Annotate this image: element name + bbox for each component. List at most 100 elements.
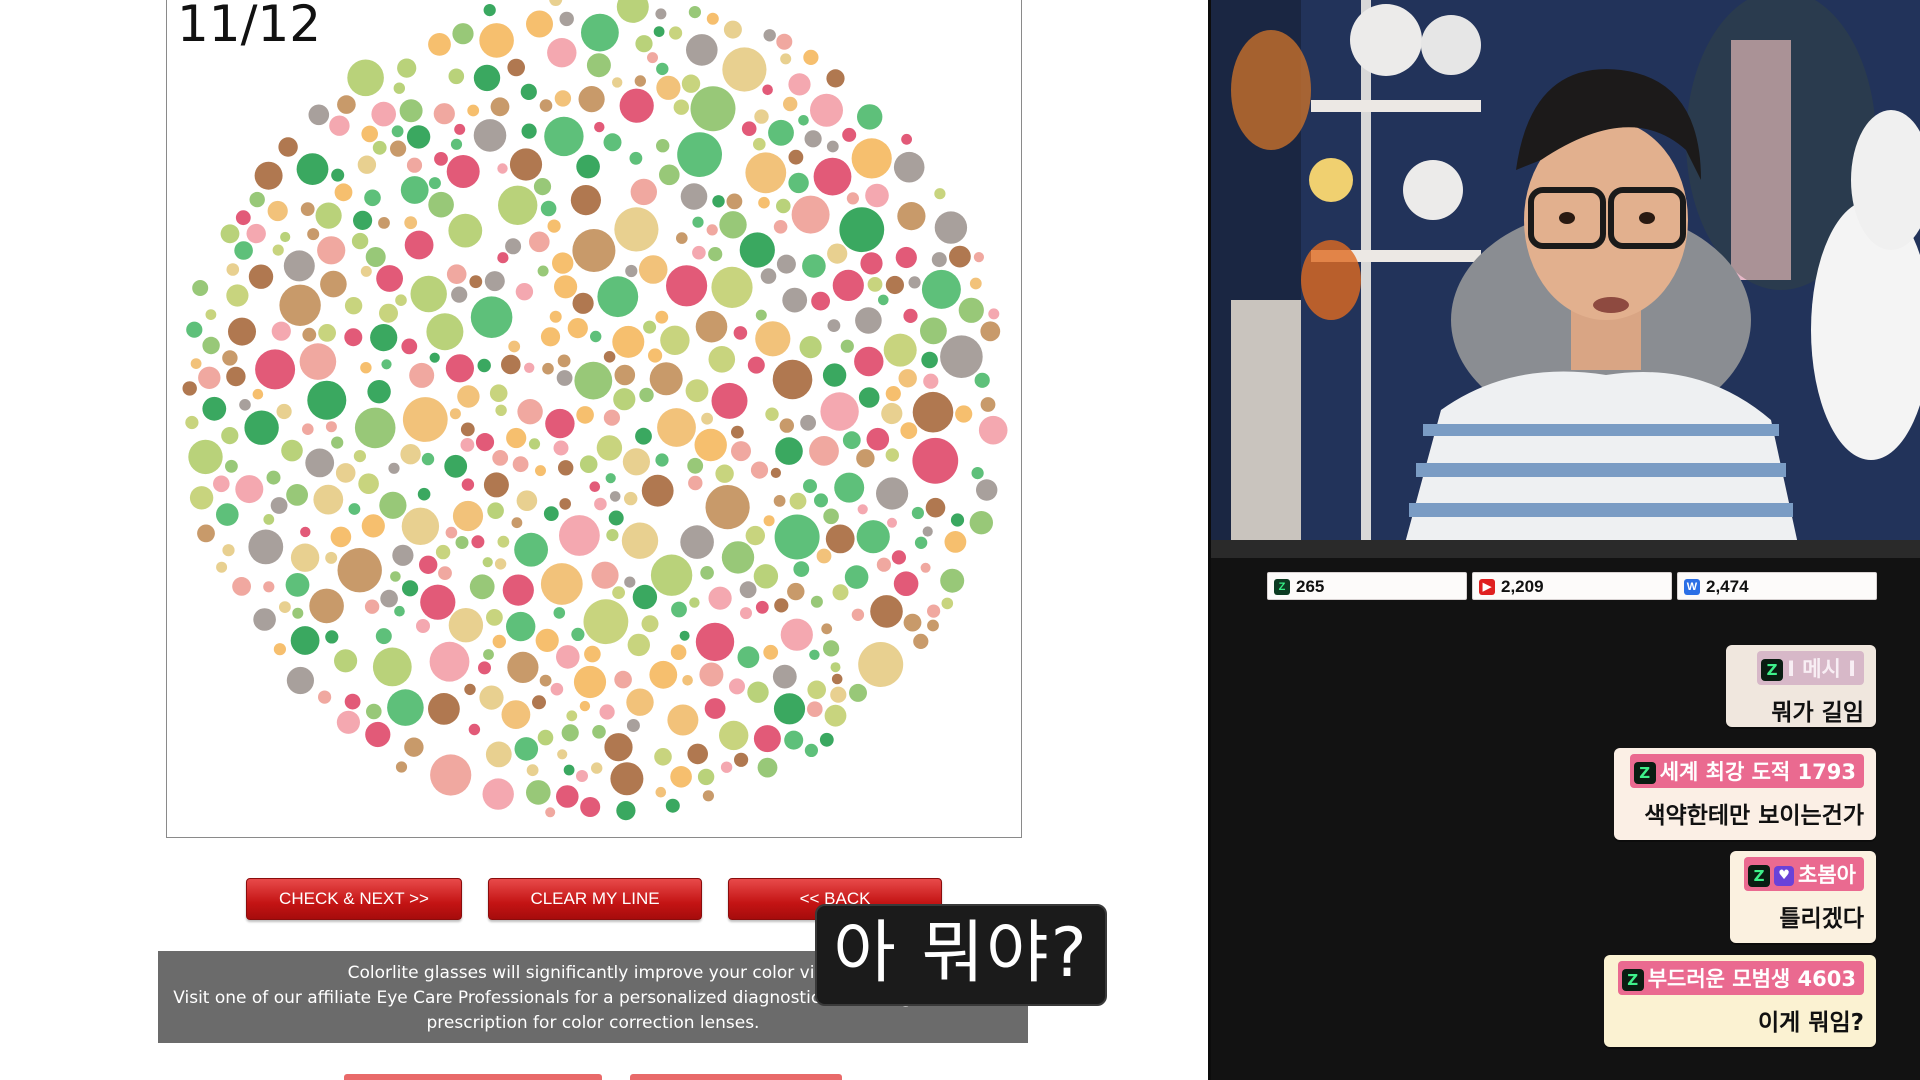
partial-button-right[interactable]	[630, 1074, 842, 1080]
plate-dot	[185, 415, 199, 430]
plate-dot	[388, 462, 400, 474]
plate-dot	[597, 276, 639, 318]
check-next-button[interactable]: CHECK & NEXT >>	[246, 878, 462, 920]
plate-dot	[832, 269, 864, 301]
plate-dot	[502, 574, 534, 606]
plate-dot	[571, 627, 585, 642]
plate-dot	[584, 645, 601, 663]
plate-dot	[566, 710, 578, 722]
plate-dot	[559, 515, 600, 556]
plate-dot	[235, 210, 251, 226]
plate-dot	[776, 254, 796, 274]
plate-dot	[688, 475, 703, 491]
plate-dot	[561, 724, 579, 742]
clear-line-button[interactable]: CLEAR MY LINE	[488, 878, 702, 920]
ishihara-plate[interactable]	[167, 0, 1021, 837]
plate-dot	[535, 628, 559, 653]
plate-dot	[487, 502, 504, 519]
plate-dot	[708, 586, 732, 610]
plate-dot	[692, 216, 704, 228]
plate-dot	[925, 497, 946, 518]
plate-dot	[857, 104, 883, 130]
plate-dot	[803, 49, 819, 65]
plate-dot	[858, 387, 880, 408]
chat-message: Z 부드러운 모범생 4603 이게 뭐임?	[1604, 955, 1876, 1047]
plate-dot	[483, 4, 496, 17]
plate-dot	[854, 346, 884, 377]
plate-dot	[608, 510, 624, 526]
plate-dot	[980, 397, 996, 412]
plate-dot	[701, 412, 713, 425]
plate-dot	[391, 125, 404, 138]
plate-dot	[529, 231, 550, 253]
plate-dot	[353, 450, 366, 463]
plate-dot	[381, 359, 392, 370]
youtube-icon: ▶	[1479, 579, 1495, 595]
promo-line-3: prescription for color correction lenses…	[426, 1013, 760, 1033]
plate-dot	[330, 526, 352, 548]
plate-dot	[479, 685, 504, 710]
plate-dot	[545, 408, 575, 439]
plate-dot	[419, 555, 438, 574]
plate-dot	[290, 543, 320, 572]
plate-dot	[846, 192, 860, 205]
chat-username: Z 세계 최강 도적 1793	[1629, 754, 1864, 788]
plate-dot	[438, 566, 452, 580]
plate-dot	[482, 557, 493, 568]
plate-dot	[639, 387, 654, 403]
plate-dot	[893, 151, 925, 183]
plate-dot	[922, 526, 933, 537]
plate-dot	[779, 418, 794, 433]
plate-dot	[302, 423, 314, 436]
plate-dot	[553, 440, 569, 456]
plate-dot	[353, 210, 373, 230]
plate-dot	[670, 766, 692, 788]
plate-dot	[605, 473, 616, 484]
plate-dot	[876, 557, 892, 572]
plate-dot	[279, 601, 291, 613]
plate-dot	[483, 472, 509, 498]
plate-dot	[704, 698, 726, 719]
plate-dot	[753, 564, 779, 589]
plate-dot	[630, 178, 657, 206]
plate-dot	[690, 86, 736, 132]
plate-dot	[654, 748, 672, 766]
plate-dot	[705, 485, 750, 530]
plate-dot	[507, 651, 539, 684]
plate-dot	[570, 185, 601, 216]
plate-dot	[469, 275, 483, 289]
plate-dot	[372, 140, 387, 155]
plate-dot	[604, 733, 633, 762]
plate-dot	[347, 59, 384, 97]
plate-dot	[395, 294, 407, 307]
plate-dot	[360, 362, 372, 374]
plate-dot	[376, 265, 403, 292]
plate-dot	[501, 354, 521, 375]
plate-dot	[400, 176, 429, 204]
plate-dot	[934, 188, 946, 200]
afreeca-count-value: 2,474	[1706, 577, 1749, 596]
partial-button-left[interactable]	[344, 1074, 602, 1080]
plate-dot	[361, 514, 385, 538]
plate-dot	[770, 467, 782, 478]
plate-dot	[885, 275, 905, 295]
plate-dot	[773, 495, 786, 507]
plate-dot	[760, 268, 777, 284]
plate-dot	[252, 388, 264, 400]
plate-dot	[189, 486, 214, 510]
plate-dot	[579, 455, 598, 474]
plate-dot	[694, 428, 727, 462]
plate-dot	[648, 348, 663, 363]
plate-dot	[399, 99, 423, 123]
plate-dot	[514, 532, 548, 567]
plate-dot	[278, 137, 298, 157]
plate-dot	[202, 336, 220, 355]
plate-dot	[680, 183, 708, 210]
plate-dot	[885, 448, 899, 462]
plate-dot	[721, 541, 755, 574]
plate-dot	[706, 224, 718, 236]
plate-dot	[387, 689, 424, 726]
plate-dot	[883, 333, 917, 367]
plate-dot	[745, 525, 765, 546]
plate-dot	[188, 439, 223, 475]
